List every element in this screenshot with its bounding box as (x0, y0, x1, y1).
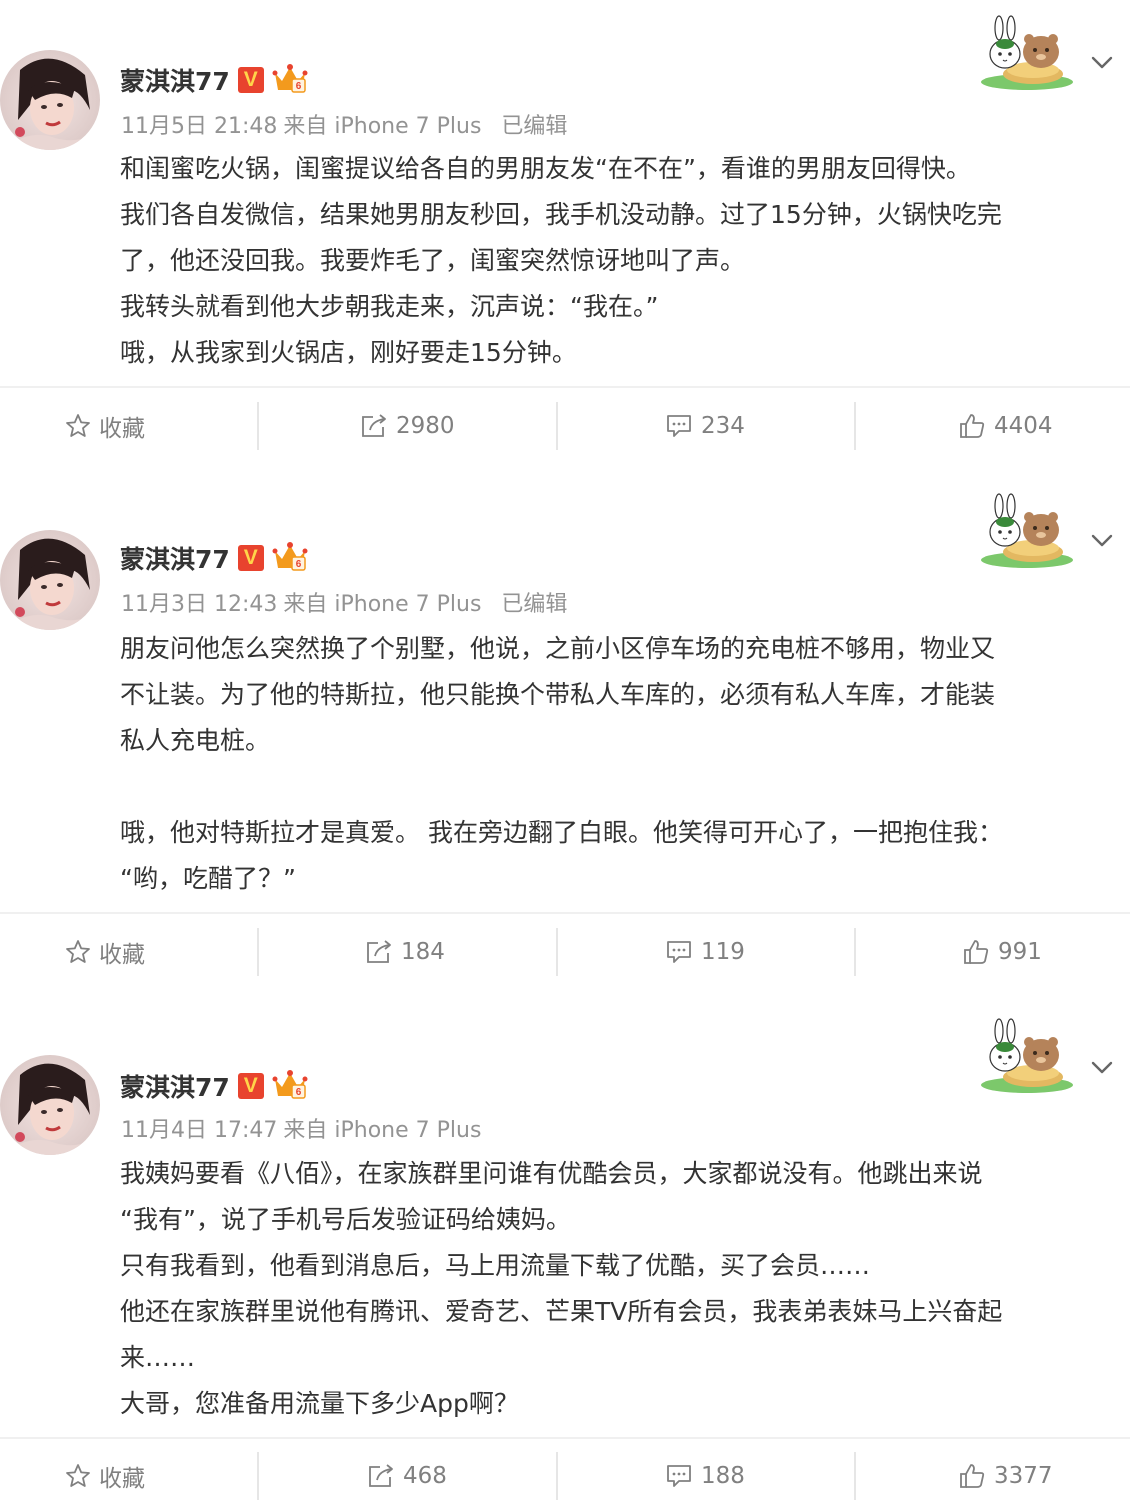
post-content-line: “我有”，说了手机号后发验证码给姨妈。 (120, 1205, 571, 1234)
post-content-line: 他还在家族群里说他有腾讯、爱奇艺、芒果TV所有会员，我表弟表妹马上兴奋起 (120, 1297, 1003, 1326)
post-content-line: 只有我看到，他看到消息后，马上用流量下载了优酷，买了会员…… (120, 1251, 871, 1280)
post-content: 我姨妈要看《八佰》，在家族群里问谁有优酷会员，大家都说没有。他跳出来说 “我有”，… (120, 1151, 1110, 1427)
like-count: 3377 (994, 1463, 1053, 1489)
favorite-count: 收藏 (99, 1466, 145, 1492)
crown-badge-icon: 6 (272, 1069, 308, 1103)
rabbit-bear-sticker (975, 1015, 1075, 1095)
post-source: 来自 iPhone 7 Plus (283, 1118, 482, 1143)
comment-icon (665, 1463, 693, 1489)
action-separator (257, 1452, 259, 1500)
weibo-feed: 蒙淇淇77 V 6 11月5日 21:48 来自 iPhone 7 Plus 已编辑 … (0, 0, 1130, 1507)
action-bar: 收藏 468 188 3377 (0, 1446, 1130, 1506)
avatar[interactable] (0, 1055, 100, 1155)
svg-text:6: 6 (296, 1087, 302, 1098)
repost-count: 468 (403, 1463, 447, 1489)
thumbs-up-icon (958, 1462, 986, 1490)
star-icon (65, 1463, 91, 1489)
repost-button[interactable]: 468 (367, 1446, 447, 1506)
action-separator (854, 1452, 856, 1500)
comment-button[interactable]: 188 (665, 1446, 745, 1506)
comment-count: 188 (701, 1463, 745, 1489)
post-content-line: 大哥，您准备用流量下多少App啊？ (120, 1389, 519, 1418)
like-button[interactable]: 3377 (958, 1446, 1053, 1506)
username-row: 蒙淇淇77 V 6 (120, 1068, 308, 1104)
verified-badge: V (237, 1073, 264, 1099)
username[interactable]: 蒙淇淇77 (120, 1068, 230, 1104)
action-separator (556, 1452, 558, 1500)
favorite-button[interactable]: 收藏 (65, 1446, 145, 1506)
post-meta: 11月4日 17:47 来自 iPhone 7 Plus (121, 1112, 481, 1144)
weibo-post: 蒙淇淇77 V 6 11月4日 17:47 来自 iPhone 7 Plus 我姨妈… (0, 0, 1130, 1507)
post-time[interactable]: 11月4日 17:47 (121, 1112, 277, 1144)
post-content-line: 我姨妈要看《八佰》，在家族群里问谁有优酷会员，大家都说没有。他跳出来说 (120, 1159, 983, 1188)
post-content-line: 来…… (120, 1343, 196, 1372)
repost-icon (367, 1463, 395, 1489)
chevron-down-icon[interactable] (1090, 1055, 1114, 1079)
divider (0, 1437, 1130, 1439)
